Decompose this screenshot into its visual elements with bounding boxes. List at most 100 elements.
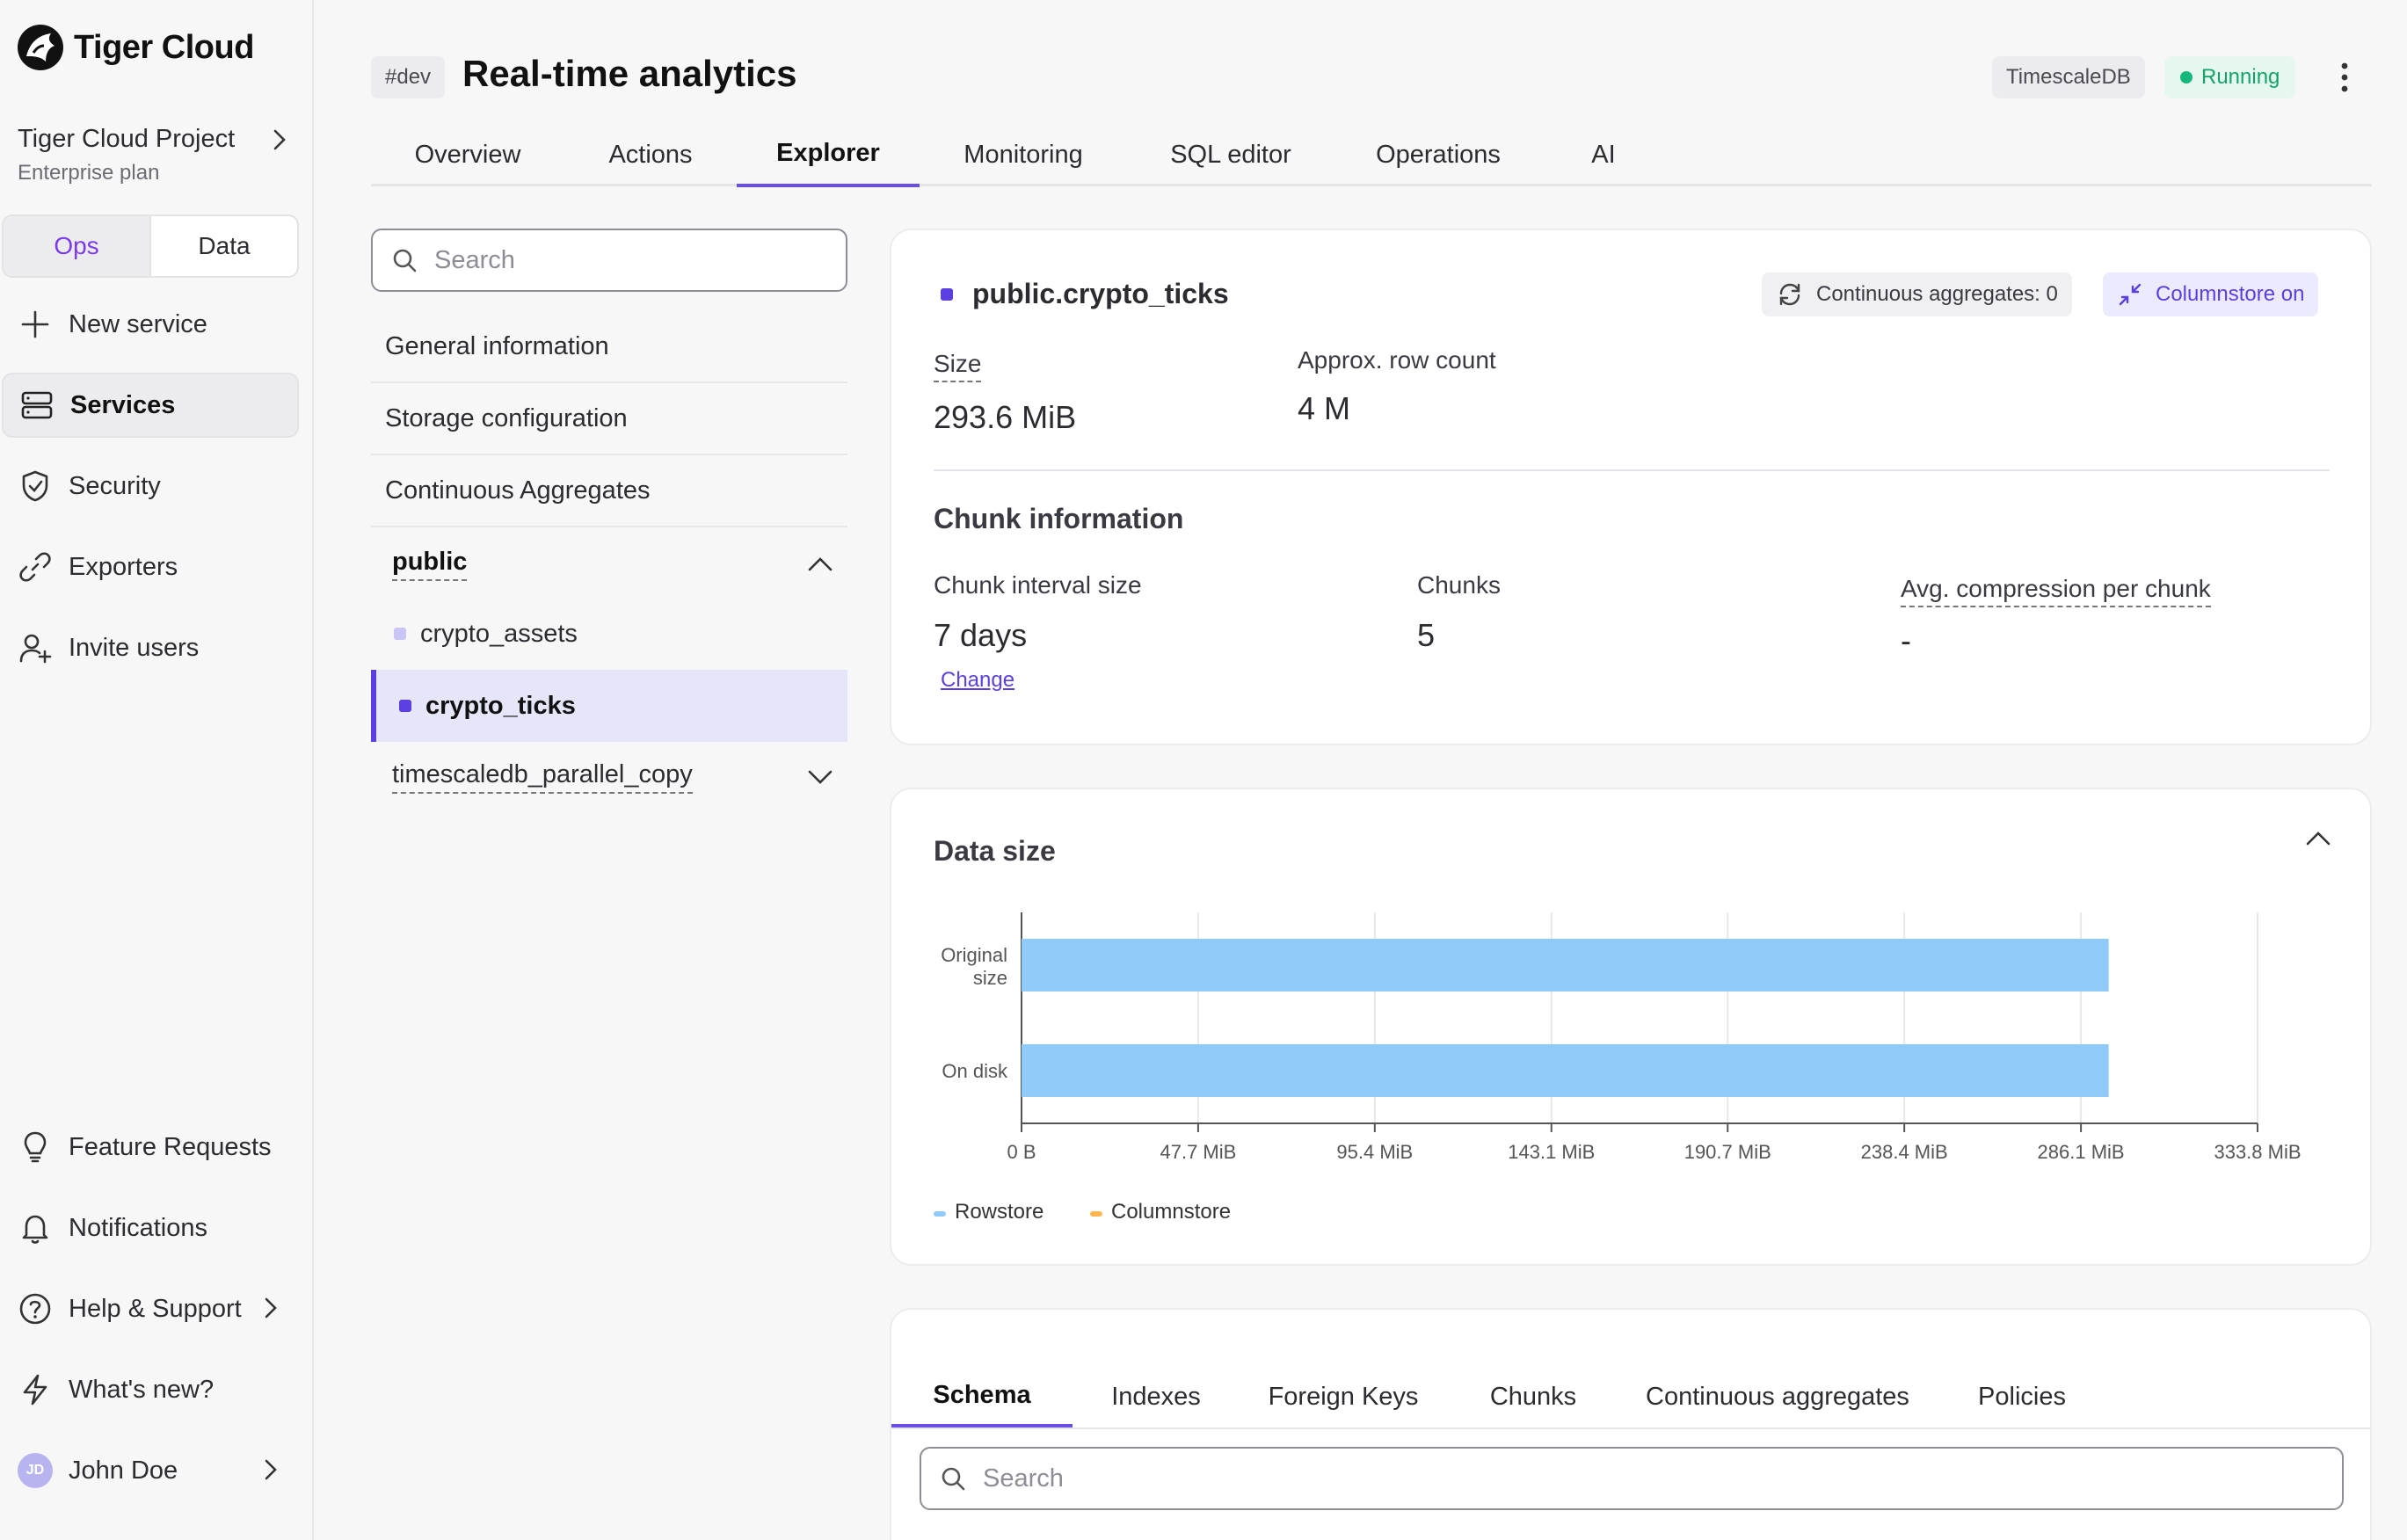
nav-label: What's new?: [69, 1375, 215, 1404]
tab-indexes[interactable]: Indexes: [1073, 1366, 1240, 1427]
nav-notifications[interactable]: Notifications: [2, 1195, 299, 1260]
minimize-icon: [2119, 283, 2142, 306]
project-switcher[interactable]: Tiger Cloud Project Enterprise plan: [18, 125, 290, 185]
chunk-interval-label: Chunk interval size: [934, 571, 1142, 599]
bar-rowstore-original-size: [1022, 939, 2109, 992]
size-label: Size: [934, 350, 982, 382]
x-tick-label: 333.8 MiB: [2214, 1141, 2301, 1163]
nav-label: Services: [70, 390, 176, 419]
table-title: public.crypto_ticks: [941, 278, 1229, 310]
table-icon: [399, 700, 411, 712]
table-info-card: public.crypto_ticks Continuous aggregate…: [890, 229, 2372, 745]
cagg-pill-text: Continuous aggregates: 0: [1816, 282, 2058, 306]
tab-monitoring[interactable]: Monitoring: [920, 123, 1127, 186]
y-category-label: Original: [941, 944, 1007, 966]
table-name: crypto_ticks: [425, 691, 576, 720]
zap-icon: [23, 1374, 47, 1406]
legend-label-rowstore: Rowstore: [955, 1200, 1044, 1224]
status-text: Running: [2201, 65, 2280, 89]
user-plus-icon: [19, 634, 52, 664]
user-name: John Doe: [69, 1456, 178, 1485]
explorer-continuous-aggregates[interactable]: Continuous Aggregates: [371, 455, 847, 527]
bell-icon: [22, 1215, 48, 1244]
search-icon: [942, 1467, 965, 1491]
refresh-icon: [1779, 283, 1800, 306]
tab-sql-editor[interactable]: SQL editor: [1127, 123, 1334, 186]
change-interval-link[interactable]: Change: [941, 668, 1014, 693]
tab-explorer[interactable]: Explorer: [737, 123, 920, 187]
table-item-crypto-assets[interactable]: crypto_assets: [371, 598, 847, 670]
legend-swatch-columnstore: [1090, 1211, 1102, 1217]
tabs-underline: [891, 1427, 2370, 1429]
status-dot: [2180, 71, 2192, 84]
nav-help-support[interactable]: Help & Support: [2, 1276, 299, 1341]
table-item-crypto-ticks[interactable]: crypto_ticks: [371, 670, 847, 742]
nav-feature-requests[interactable]: Feature Requests: [2, 1115, 299, 1180]
legend-swatch-rowstore: [934, 1211, 946, 1217]
nav-whats-new[interactable]: What's new?: [2, 1357, 299, 1422]
table-name: crypto_assets: [420, 619, 578, 648]
tab-schema[interactable]: Schema: [891, 1366, 1073, 1427]
x-tick-label: 190.7 MiB: [1684, 1141, 1771, 1163]
brand-logo[interactable]: Tiger Cloud: [16, 23, 254, 72]
nav-label: Feature Requests: [69, 1132, 272, 1161]
schema-name: public: [392, 548, 468, 581]
explorer-storage-configuration[interactable]: Storage configuration: [371, 383, 847, 455]
columnstore-pill: Columnstore on: [2103, 272, 2319, 316]
tab-ai[interactable]: AI: [1542, 123, 1665, 186]
size-value: 293.6 MiB: [934, 399, 1077, 435]
chevron-down-icon: [808, 770, 833, 784]
tab-operations[interactable]: Operations: [1334, 123, 1542, 186]
avg-compression-value: -: [1901, 622, 1911, 658]
nav-label: Exporters: [69, 552, 178, 581]
continuous-aggregates-pill: Continuous aggregates: 0: [1762, 272, 2072, 316]
schema-search-input[interactable]: Search: [920, 1447, 2344, 1510]
x-tick-label: 95.4 MiB: [1336, 1141, 1413, 1163]
detail-tabs-card: Schema Indexes Foreign Keys Chunks Conti…: [890, 1308, 2372, 1540]
nav-new-service[interactable]: New service: [2, 292, 299, 357]
mode-switch: Ops Data: [2, 214, 299, 278]
tab-actions[interactable]: Actions: [564, 123, 737, 186]
mode-tab-ops[interactable]: Ops: [4, 216, 151, 276]
schema-timescaledb-parallel-copy[interactable]: timescaledb_parallel_copy: [371, 742, 847, 812]
tab-overview[interactable]: Overview: [371, 123, 564, 186]
x-tick-label: 0 B: [1007, 1141, 1036, 1163]
tab-foreign-keys[interactable]: Foreign Keys: [1240, 1366, 1447, 1427]
chunk-interval-value: 7 days: [934, 617, 1028, 653]
schema-public[interactable]: public: [371, 529, 847, 599]
help-circle-icon: [19, 1293, 51, 1325]
nav-label: New service: [69, 309, 207, 338]
nav-security[interactable]: Security: [2, 454, 299, 519]
explorer-general-information[interactable]: General information: [371, 311, 847, 383]
chevron-right-icon: [273, 129, 286, 149]
nav-exporters[interactable]: Exporters: [2, 534, 299, 599]
search-icon: [393, 249, 417, 272]
nav-label: Invite users: [69, 633, 200, 662]
search-placeholder: Search: [434, 245, 515, 274]
chunks-label: Chunks: [1417, 571, 1501, 599]
explorer-search-input[interactable]: Search: [371, 229, 847, 292]
mode-tab-data[interactable]: Data: [151, 216, 297, 276]
tab-chunks[interactable]: Chunks: [1447, 1366, 1619, 1427]
table-icon: [941, 287, 953, 301]
chunks-value: 5: [1417, 617, 1436, 653]
server-icon: [21, 391, 53, 419]
nav-invite-users[interactable]: Invite users: [2, 615, 299, 680]
nav-services[interactable]: Services: [2, 373, 299, 438]
brand-name: Tiger Cloud: [74, 28, 254, 66]
db-badge: TimescaleDB: [1992, 56, 2145, 98]
x-tick-label: 238.4 MiB: [1861, 1141, 1948, 1163]
user-menu[interactable]: JD John Doe: [2, 1438, 299, 1503]
project-name: Tiger Cloud Project: [18, 125, 236, 153]
tab-continuous-aggregates[interactable]: Continuous aggregates: [1619, 1366, 1936, 1427]
row-count-value: 4 M: [1298, 390, 1351, 426]
service-tabs: Overview Actions Explorer Monitoring SQL…: [371, 123, 2372, 187]
tab-policies[interactable]: Policies: [1936, 1366, 2108, 1427]
more-vertical-icon[interactable]: [2331, 58, 2358, 97]
status-badge: Running: [2164, 56, 2296, 98]
chevron-up-icon[interactable]: [2305, 830, 2331, 847]
link-icon: [19, 552, 51, 582]
tiger-logo-icon: [18, 25, 63, 70]
avg-compression-label: Avg. compression per chunk: [1901, 575, 2211, 607]
y-category-label: size: [973, 967, 1007, 989]
